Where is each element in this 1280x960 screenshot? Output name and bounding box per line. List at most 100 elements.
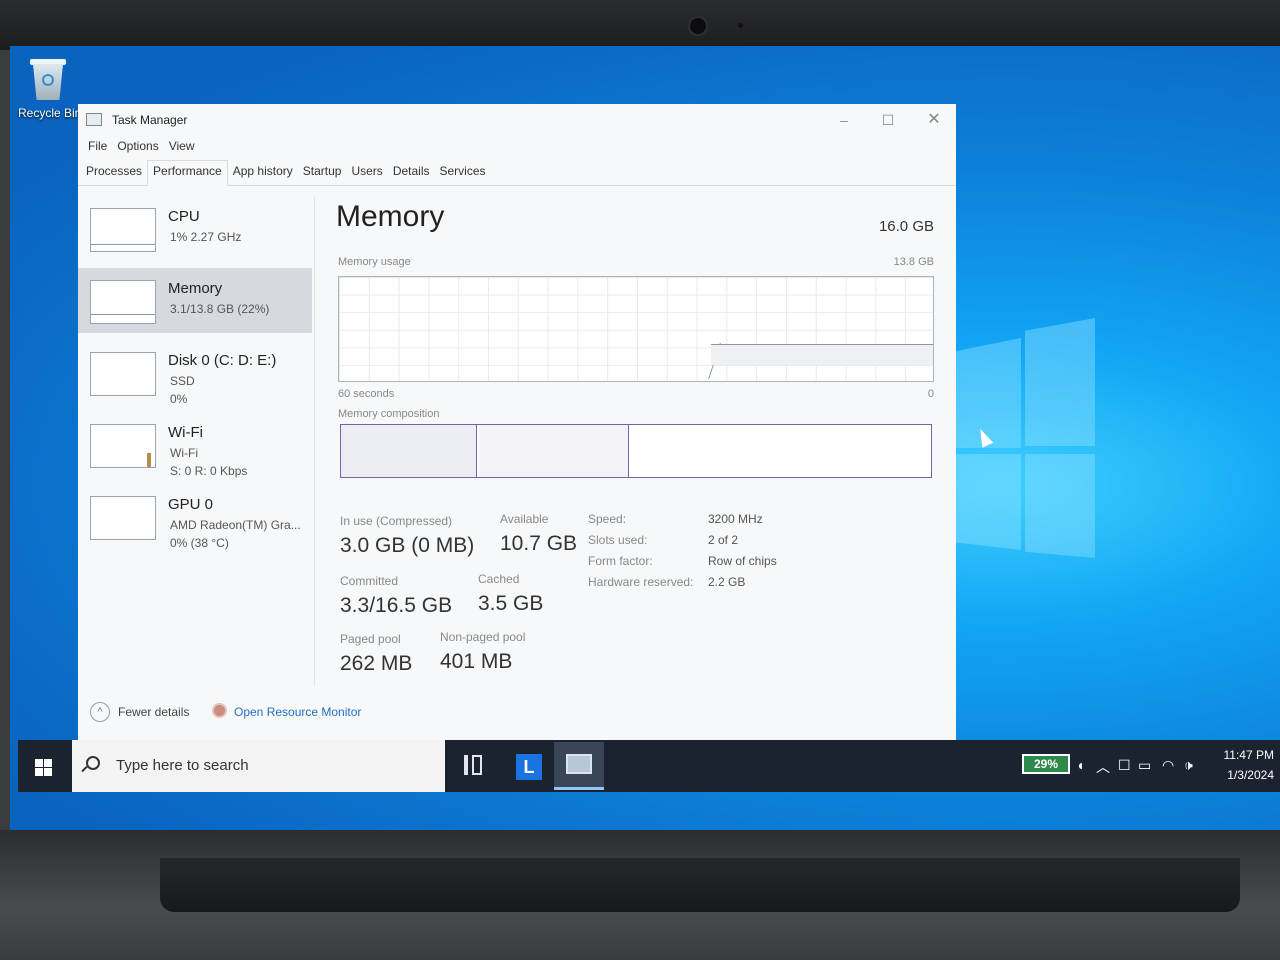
resource-cpu[interactable]: CPU 1% 2.27 GHz — [78, 196, 312, 261]
minimize-button[interactable]: – — [832, 110, 856, 130]
stat-value: 10.7 GB — [500, 532, 578, 555]
stat-label: Committed — [340, 574, 399, 588]
stat-value: 3.5 GB — [478, 592, 544, 615]
tab-processes[interactable]: Processes — [81, 160, 147, 186]
chevron-up-icon[interactable]: ︿ — [1096, 757, 1110, 777]
fewer-details-button[interactable]: Fewer details — [118, 705, 189, 719]
laptop-bezel-top — [0, 0, 1280, 50]
time-axis-end: 0 — [927, 388, 934, 400]
menu-options[interactable]: Options — [107, 136, 158, 158]
resource-detail-2: S: 0 R: 0 Kbps — [170, 464, 248, 478]
clock-date[interactable]: 1/3/2024 — [1227, 768, 1274, 782]
system-tray: 29% ◖ ︿ ☐ ▭ ◠ 🕩 11:47 PM 1/3/2024 — [1018, 740, 1280, 792]
memory-composition-label: Memory composition — [338, 408, 440, 420]
webcam — [688, 16, 708, 36]
recycle-bin-icon — [29, 56, 67, 100]
battery-icon[interactable]: ▭ — [1138, 757, 1151, 774]
recycle-bin-desktop-icon[interactable]: Recycle Bin — [18, 56, 82, 120]
stat-label: Available — [500, 512, 549, 526]
taskbar-task-manager[interactable] — [554, 742, 604, 790]
tab-bar: Processes Performance App history Startu… — [78, 160, 956, 186]
search-box[interactable]: Type here to search — [72, 740, 445, 792]
stat-value: 3.0 GB (0 MB) — [340, 534, 475, 557]
maximize-button[interactable]: ☐ — [876, 110, 900, 130]
tab-app-history[interactable]: App history — [228, 160, 298, 186]
spec-speed-value: 3200 MHz — [708, 512, 763, 526]
memory-thumbnail-graph — [90, 280, 156, 324]
tab-users[interactable]: Users — [346, 160, 387, 186]
laptop-hinge — [160, 858, 1240, 912]
disk-thumbnail-graph — [90, 352, 156, 396]
task-view-button[interactable] — [450, 742, 496, 790]
gpu-thumbnail-graph — [90, 496, 156, 540]
taskbar-app-l[interactable]: L — [506, 742, 552, 790]
resource-sidebar: CPU 1% 2.27 GHz Memory 3.1/13.8 GB (22%)… — [78, 196, 312, 556]
windows-icon — [35, 759, 43, 767]
panel-title: Memory — [336, 200, 445, 233]
windows-wallpaper-logo — [955, 318, 1095, 558]
stat-label: Cached — [478, 572, 520, 586]
stat-available: Available 10.7 GB — [500, 512, 577, 556]
resource-detail: AMD Radeon(TM) Gra... — [170, 518, 301, 532]
memory-total: 16.0 GB — [878, 218, 934, 235]
resource-detail: SSD — [170, 374, 195, 388]
desktop-screen: Recycle Bin Task Manager – ☐ ✕ File Opti… — [10, 46, 1280, 830]
tab-startup[interactable]: Startup — [298, 160, 347, 186]
stat-label: Non-paged pool — [440, 630, 526, 644]
search-icon — [86, 756, 100, 770]
resource-name: Disk 0 (C: D: E:) — [168, 352, 277, 369]
task-view-icon — [464, 755, 468, 775]
composition-in-use — [341, 425, 477, 477]
open-resource-monitor-link[interactable]: Open Resource Monitor — [234, 705, 361, 719]
start-button[interactable] — [26, 752, 60, 782]
stat-value: 401 MB — [440, 650, 513, 673]
resource-disk[interactable]: Disk 0 (C: D: E:) SSD 0% — [78, 340, 312, 406]
stat-value: 262 MB — [340, 652, 413, 675]
tab-details[interactable]: Details — [388, 160, 435, 186]
recycle-bin-label: Recycle Bin — [18, 106, 82, 120]
volume-icon[interactable]: 🕩 — [1184, 757, 1193, 774]
resource-name: Memory — [168, 280, 223, 297]
time-axis-label: 60 seconds — [338, 388, 395, 400]
resource-name: GPU 0 — [168, 496, 214, 513]
speaker-small-icon[interactable]: ◖ — [1076, 757, 1084, 773]
graph-fill — [711, 344, 933, 365]
window-title: Task Manager — [112, 113, 188, 127]
spec-speed-label: Speed: — [588, 512, 627, 526]
sidebar-divider — [314, 196, 315, 686]
battery-percentage[interactable]: 29% — [1022, 754, 1070, 774]
resource-wifi[interactable]: Wi-Fi Wi-Fi S: 0 R: 0 Kbps — [78, 412, 312, 478]
menu-view[interactable]: View — [159, 136, 195, 158]
menu-file[interactable]: File — [78, 136, 107, 158]
stat-label: Paged pool — [340, 632, 401, 646]
resource-gpu[interactable]: GPU 0 AMD Radeon(TM) Gra... 0% (38 °C) — [78, 484, 312, 550]
wifi-icon[interactable]: ◠ — [1162, 757, 1174, 774]
resource-monitor-icon — [212, 703, 227, 718]
spec-slots-label: Slots used: — [588, 533, 648, 547]
taskbar: Type here to search L 29% ◖ ︿ ☐ ▭ ◠ 🕩 11… — [18, 740, 1280, 792]
stat-paged-pool: Paged pool 262 MB — [340, 632, 412, 676]
title-bar[interactable]: Task Manager – ☐ ✕ — [78, 104, 956, 136]
resource-detail: 1% 2.27 GHz — [170, 230, 242, 244]
tab-performance[interactable]: Performance — [147, 160, 228, 186]
close-button[interactable]: ✕ — [922, 110, 946, 130]
memory-usage-graph — [338, 276, 934, 382]
stat-value: 3.3/16.5 GB — [340, 594, 453, 617]
memory-usage-label: Memory usage — [338, 256, 411, 268]
resource-detail: 3.1/13.8 GB (22%) — [170, 302, 270, 316]
search-placeholder: Type here to search — [116, 757, 249, 774]
cpu-thumbnail-graph — [90, 208, 156, 252]
clock-time[interactable]: 11:47 PM — [1224, 748, 1274, 762]
memory-composition-bar — [340, 424, 932, 478]
memory-usage-max: 13.8 GB — [893, 256, 934, 268]
resource-memory[interactable]: Memory 3.1/13.8 GB (22%) — [78, 268, 312, 333]
tab-services[interactable]: Services — [435, 160, 491, 186]
tablet-icon[interactable]: ☐ — [1118, 757, 1131, 774]
chevron-up-icon[interactable]: ^ — [90, 702, 110, 722]
stat-nonpaged-pool: Non-paged pool 401 MB — [440, 630, 525, 674]
spec-reserved-value: 2.2 GB — [708, 575, 746, 589]
task-manager-window: Task Manager – ☐ ✕ File Options View Pro… — [78, 104, 956, 740]
resource-detail: Wi-Fi — [170, 446, 198, 460]
resource-name: Wi-Fi — [168, 424, 203, 441]
spec-slots-value: 2 of 2 — [708, 533, 739, 547]
